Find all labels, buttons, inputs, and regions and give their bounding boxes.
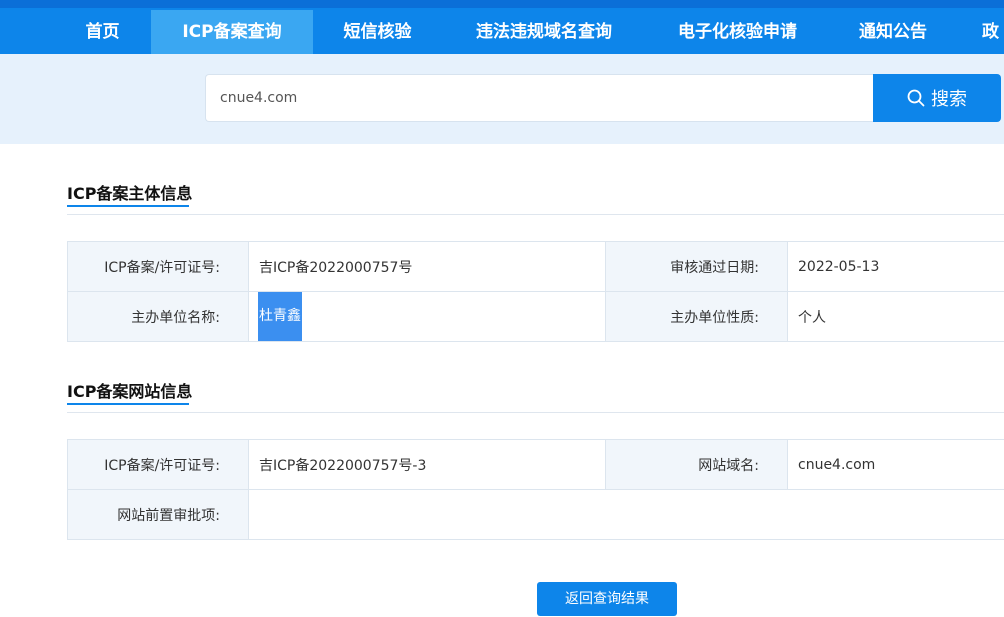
value-site-icp-license: 吉ICP备2022000757号-3 — [248, 439, 606, 490]
table-row: 网站前置审批项: — [67, 489, 1004, 540]
label-site-icp-license: ICP备案/许可证号: — [67, 439, 249, 490]
main-nav: 首页 ICP备案查询 短信核验 违法违规域名查询 电子化核验申请 通知公告 政 — [0, 10, 1004, 54]
value-organizer-type: 个人 — [787, 291, 1004, 342]
subject-section-divider — [67, 214, 1004, 215]
table-row: 主办单位名称: 杜青鑫 主办单位性质: 个人 — [67, 291, 1004, 342]
value-approval-date: 2022-05-13 — [787, 241, 1004, 292]
label-site-domain: 网站域名: — [605, 439, 788, 490]
value-icp-license: 吉ICP备2022000757号 — [248, 241, 606, 292]
website-info-table: ICP备案/许可证号: 吉ICP备2022000757号-3 网站域名: cnu… — [67, 439, 1004, 540]
subject-info-table: ICP备案/许可证号: 吉ICP备2022000757号 审核通过日期: 202… — [67, 241, 1004, 342]
search-band: 搜索 — [0, 54, 1004, 144]
value-organizer-name: 杜青鑫 — [258, 292, 302, 341]
nav-item-policy[interactable]: 政 — [982, 10, 1004, 54]
table-row: ICP备案/许可证号: 吉ICP备2022000757号 审核通过日期: 202… — [67, 241, 1004, 292]
subject-section-title: ICP备案主体信息 — [67, 184, 193, 203]
label-approval-date: 审核通过日期: — [605, 241, 788, 292]
nav-item-illegal-domain-query[interactable]: 违法违规域名查询 — [455, 10, 633, 54]
nav-item-notices[interactable]: 通知公告 — [845, 10, 941, 54]
label-icp-license: ICP备案/许可证号: — [67, 241, 249, 292]
value-site-domain: cnue4.com — [787, 439, 1004, 490]
search-button[interactable]: 搜索 — [873, 74, 1001, 122]
table-row: ICP备案/许可证号: 吉ICP备2022000757号-3 网站域名: cnu… — [67, 439, 1004, 490]
label-organizer-name: 主办单位名称: — [67, 291, 249, 342]
search-input[interactable] — [205, 74, 873, 122]
nav-item-sms-verify[interactable]: 短信核验 — [325, 10, 430, 54]
website-section-underline — [67, 403, 189, 405]
search-icon — [907, 89, 925, 107]
nav-item-electronic-verify[interactable]: 电子化核验申请 — [660, 10, 815, 54]
nav-item-icp-query[interactable]: ICP备案查询 — [151, 10, 313, 54]
back-to-results-button[interactable]: 返回查询结果 — [537, 582, 677, 616]
top-navigation-bar: 首页 ICP备案查询 短信核验 违法违规域名查询 电子化核验申请 通知公告 政 — [0, 0, 1004, 54]
value-organizer-name-cell: 杜青鑫 — [248, 291, 606, 342]
value-pre-approval — [248, 489, 1004, 540]
label-pre-approval: 网站前置审批项: — [67, 489, 249, 540]
website-section-divider — [67, 412, 1004, 413]
label-organizer-type: 主办单位性质: — [605, 291, 788, 342]
search-button-label: 搜索 — [931, 89, 967, 110]
subject-section-underline — [67, 205, 189, 207]
website-section-title: ICP备案网站信息 — [67, 382, 193, 401]
nav-item-home[interactable]: 首页 — [60, 10, 145, 54]
